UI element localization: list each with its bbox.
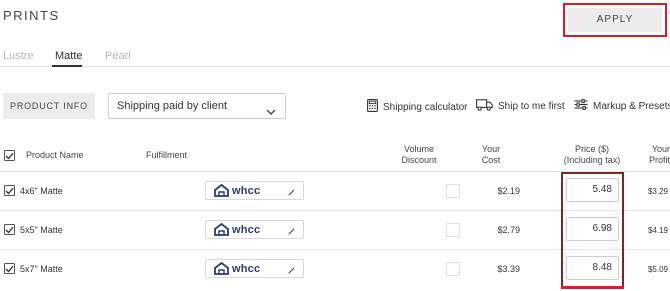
check-icon <box>5 187 14 194</box>
row-price-input[interactable]: 8.48 <box>566 256 619 280</box>
active-tab-indicator <box>52 65 82 67</box>
product-info-button[interactable]: PRODUCT INFO <box>3 93 95 119</box>
row-your-profit: $4.19 <box>647 226 668 235</box>
row-your-profit: $5.09 <box>647 265 668 274</box>
row-divider <box>0 210 670 211</box>
edit-icon <box>288 265 295 277</box>
fulfillment-lab-selector[interactable]: whcc <box>205 259 304 278</box>
apply-button[interactable]: APPLY <box>568 8 662 32</box>
row-product-name: 5x7" Matte <box>20 264 63 274</box>
header-product-name: Product Name <box>26 150 84 160</box>
select-all-checkbox[interactable] <box>4 150 15 161</box>
header-price: Price ($) (Including tax) <box>563 144 621 165</box>
lab-logo: whcc <box>214 184 260 197</box>
row-product-name: 4x6" Matte <box>20 186 63 196</box>
shipping-calculator-label: Shipping calculator <box>383 101 468 113</box>
markup-presets-link[interactable]: Markup & Presets <box>574 98 670 113</box>
lab-logo: whcc <box>214 262 260 275</box>
row-your-profit: $3.29 <box>647 187 668 196</box>
row-your-cost: $3.39 <box>497 264 520 274</box>
row-product-name: 5x5" Matte <box>20 225 63 235</box>
shipping-select-value: Shipping paid by client <box>117 100 228 112</box>
header-your-profit: Your Profit <box>648 144 670 165</box>
row-checkbox[interactable] <box>4 263 15 274</box>
fulfillment-lab-selector[interactable]: whcc <box>205 220 304 239</box>
volume-discount-checkbox[interactable] <box>446 262 460 276</box>
apply-button-highlight: APPLY <box>563 3 667 37</box>
lab-logo: whcc <box>214 223 260 236</box>
shipping-select[interactable]: Shipping paid by client <box>108 93 286 119</box>
volume-discount-checkbox[interactable] <box>446 184 460 198</box>
check-icon <box>5 152 14 159</box>
header-your-cost: Your Cost <box>481 144 501 165</box>
sliders-icon <box>574 98 588 113</box>
house-logo-icon <box>214 223 229 236</box>
tab-pearl[interactable]: Pearl <box>105 50 131 62</box>
edit-icon <box>288 187 295 199</box>
truck-icon <box>476 99 493 114</box>
header-volume-discount: Volume Discount <box>401 144 437 165</box>
house-logo-icon <box>214 184 229 197</box>
markup-presets-label: Markup & Presets <box>593 100 670 112</box>
row-checkbox[interactable] <box>4 224 15 235</box>
fulfillment-lab-selector[interactable]: whcc <box>205 181 304 200</box>
volume-discount-checkbox[interactable] <box>446 223 460 237</box>
header-divider <box>0 171 670 172</box>
house-logo-icon <box>214 262 229 275</box>
calculator-icon <box>367 99 378 115</box>
paper-tabs: Lustre Matte Pearl <box>0 48 670 67</box>
row-your-cost: $2.79 <box>497 225 520 235</box>
check-icon <box>5 226 14 233</box>
shipping-calculator-link[interactable]: Shipping calculator <box>367 99 468 115</box>
row-your-cost: $2.19 <box>497 186 520 196</box>
row-price-input[interactable]: 6.98 <box>566 217 619 241</box>
price-highlight-red-edge <box>561 286 624 289</box>
edit-icon <box>288 226 295 238</box>
ship-to-me-first-link[interactable]: Ship to me first <box>476 99 565 114</box>
row-divider <box>0 249 670 250</box>
row-price-input[interactable]: 5.48 <box>566 178 619 202</box>
header-fulfillment: Fulfillment <box>146 150 188 160</box>
ship-to-me-first-label: Ship to me first <box>498 101 565 112</box>
row-checkbox[interactable] <box>4 185 15 196</box>
chevron-down-icon <box>266 101 276 125</box>
check-icon <box>5 265 14 272</box>
tab-matte[interactable]: Matte <box>55 50 83 62</box>
tab-lustre[interactable]: Lustre <box>3 50 34 62</box>
page-title: PRINTS <box>3 8 60 23</box>
